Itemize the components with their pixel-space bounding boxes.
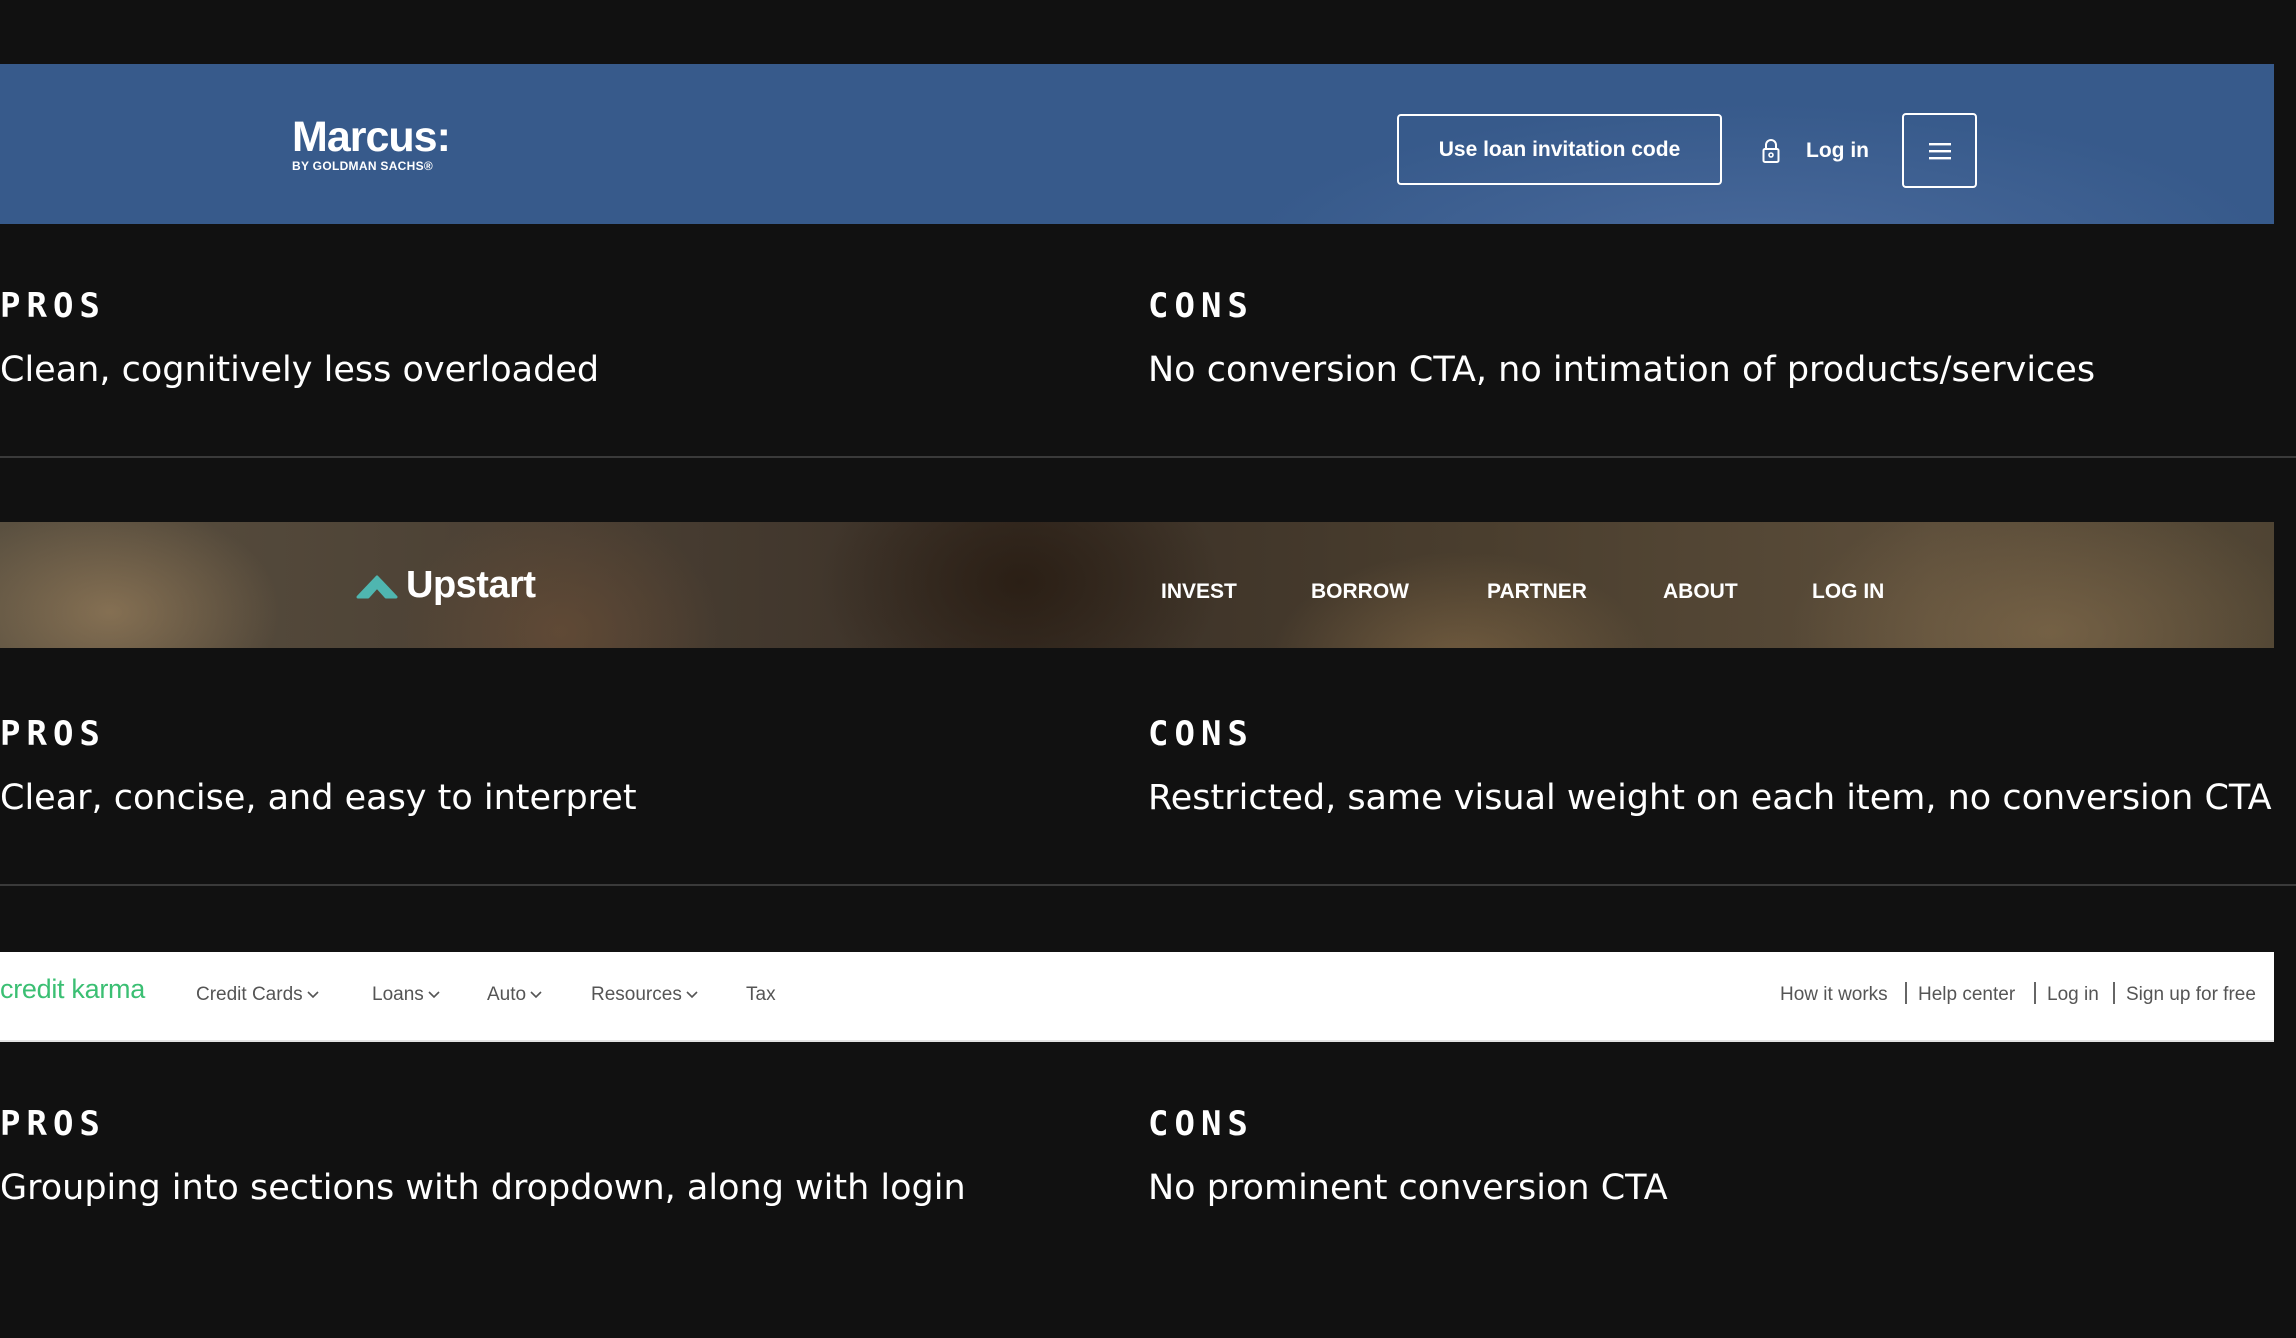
upstart-nav-about[interactable]: ABOUT (1663, 580, 1738, 604)
creditkarma-cons-heading: CONS (1148, 1104, 1254, 1144)
upstart-cons-heading: CONS (1148, 714, 1254, 754)
upstart-logo[interactable]: Upstart (356, 564, 536, 607)
hamburger-menu-icon (1928, 142, 1951, 159)
ck-nav-label: Loans (372, 984, 424, 1005)
chevron-down-icon (530, 991, 542, 999)
upstart-nav-login[interactable]: LOG IN (1812, 580, 1884, 604)
chevron-down-icon (307, 991, 319, 999)
ck-nav-credit-cards[interactable]: Credit Cards (196, 984, 319, 1006)
ck-help-center-link[interactable]: Help center (1918, 984, 2015, 1006)
upstart-header-screenshot: Upstart INVEST BORROW PARTNER ABOUT LOG … (0, 522, 2274, 648)
ck-login-link[interactable]: Log in (2047, 984, 2099, 1006)
section-divider (0, 456, 2296, 458)
marcus-pros-text: Clean, cognitively less overloaded (0, 350, 600, 390)
creditkarma-pros-text: Grouping into sections with dropdown, al… (0, 1168, 966, 1208)
upstart-nav-borrow[interactable]: BORROW (1311, 580, 1409, 604)
ck-nav-label: Auto (487, 984, 527, 1005)
ck-nav-label: Credit Cards (196, 984, 303, 1005)
ck-nav-label: Resources (591, 984, 682, 1005)
marcus-menu-button[interactable] (1902, 113, 1977, 188)
marcus-header-screenshot: Marcus: BY GOLDMAN SACHS® Use loan invit… (0, 64, 2274, 224)
chevron-down-icon (428, 991, 440, 999)
marcus-login-link[interactable]: Log in (1762, 136, 1869, 166)
section-divider (0, 884, 2296, 886)
marcus-pros-heading: PROS (0, 286, 106, 326)
marcus-logo[interactable]: Marcus: BY GOLDMAN SACHS® (292, 113, 451, 173)
upstart-chevron-logo (356, 575, 398, 598)
creditkarma-header-screenshot: credit karma Credit Cards Loans Auto Res… (0, 952, 2274, 1042)
upstart-pros-heading: PROS (0, 714, 106, 754)
ck-how-it-works-link[interactable]: How it works (1780, 984, 1888, 1006)
lock-icon (1762, 139, 1780, 163)
upstart-pros-text: Clear, concise, and easy to interpret (0, 778, 637, 818)
link-separator (2113, 982, 2115, 1004)
ck-nav-resources[interactable]: Resources (591, 984, 698, 1006)
ck-nav-auto[interactable]: Auto (487, 984, 542, 1006)
use-loan-invitation-code-button[interactable]: Use loan invitation code (1397, 114, 1722, 185)
upstart-logo-name: Upstart (406, 564, 536, 606)
ck-nav-label: Tax (746, 984, 776, 1005)
ck-sign-up-link[interactable]: Sign up for free (2126, 984, 2256, 1006)
chevron-down-icon (686, 991, 698, 999)
upstart-nav-invest[interactable]: INVEST (1161, 580, 1237, 604)
creditkarma-logo[interactable]: credit karma (0, 974, 145, 1005)
marcus-logo-name: Marcus: (292, 113, 451, 161)
marcus-cons-heading: CONS (1148, 286, 1254, 326)
marcus-login-label: Log in (1806, 139, 1869, 162)
marcus-cons-text: No conversion CTA, no intimation of prod… (1148, 350, 2096, 390)
creditkarma-pros-heading: PROS (0, 1104, 106, 1144)
link-separator (1905, 982, 1907, 1004)
creditkarma-cons-text: No prominent conversion CTA (1148, 1168, 1668, 1208)
marcus-logo-sub: BY GOLDMAN SACHS® (292, 159, 434, 173)
upstart-nav-partner[interactable]: PARTNER (1487, 580, 1587, 604)
upstart-cons-text: Restricted, same visual weight on each i… (1148, 778, 2272, 818)
ck-nav-loans[interactable]: Loans (372, 984, 440, 1006)
link-separator (2034, 982, 2036, 1004)
ck-nav-tax[interactable]: Tax (746, 984, 776, 1006)
